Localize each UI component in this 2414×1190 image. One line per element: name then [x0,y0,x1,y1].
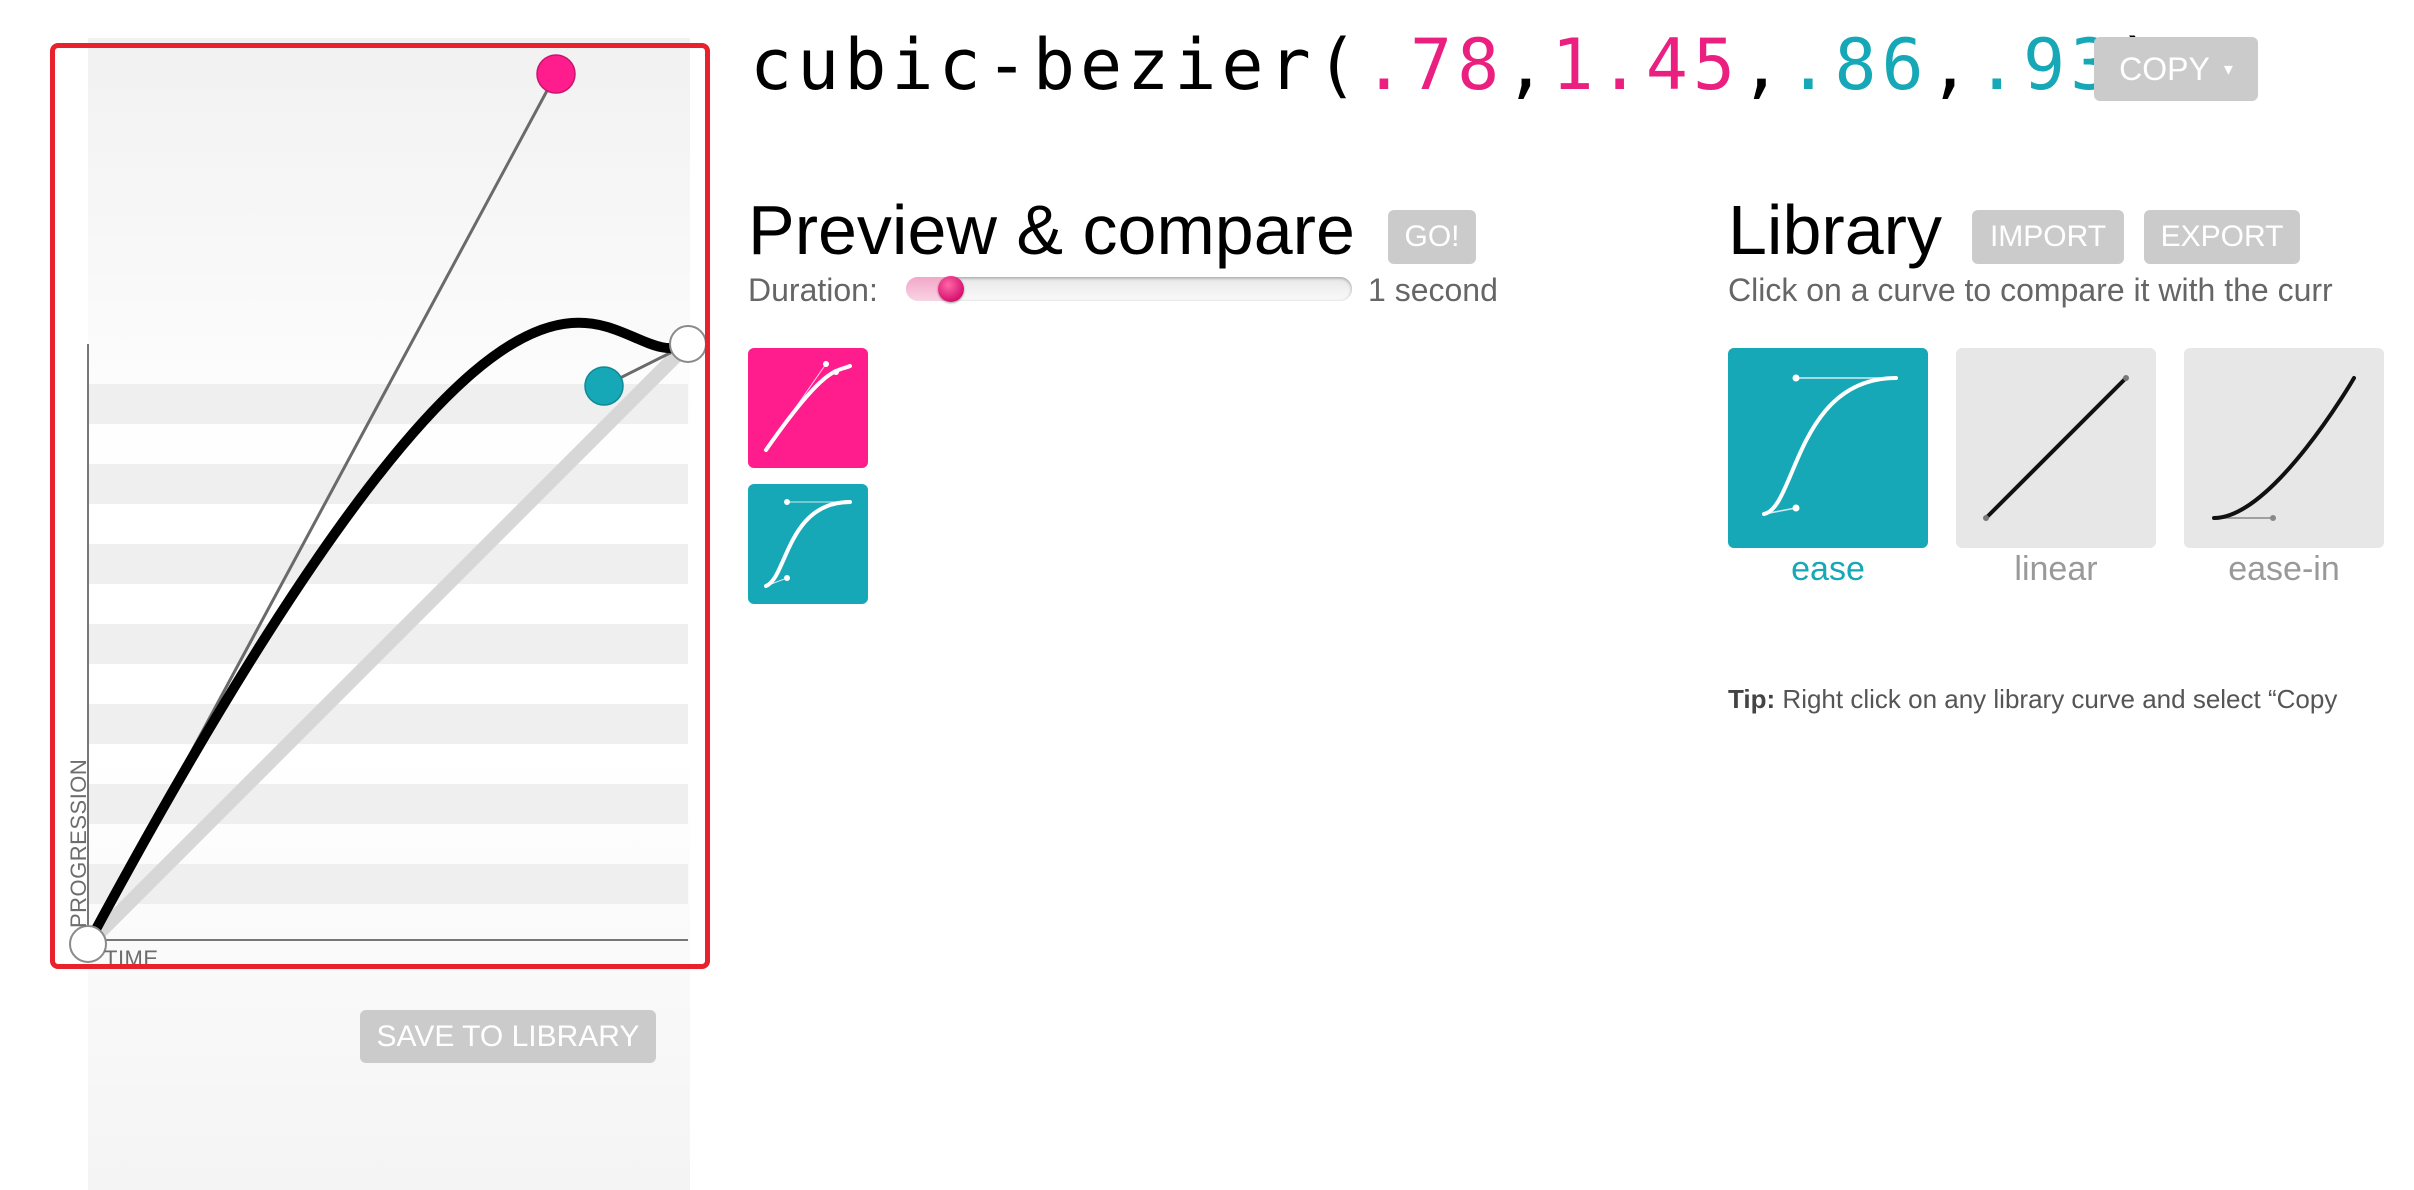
duration-slider-track[interactable] [906,277,1352,301]
duration-label: Duration: [748,272,878,308]
start-point-handle [69,925,107,963]
y-axis-label: PROGRESSION [66,758,91,928]
code-comma-3: , [1928,24,1976,106]
p1-control-handle[interactable] [536,54,576,94]
go-button[interactable]: GO! [1388,210,1476,264]
duration-value: 1 second [1368,272,1498,308]
chevron-down-icon: ▾ [2223,58,2233,79]
ease-curve-icon [1762,374,1898,516]
preview-current-curve[interactable] [748,348,868,468]
curve-thumbnail-icon [764,499,852,588]
code-comma-2: , [1740,24,1788,106]
linear-curve-icon [1983,375,2129,521]
ease-in-curve-icon [2212,376,2356,521]
library-item-ease-in[interactable] [2184,348,2384,548]
end-point-handle [669,325,707,363]
export-button[interactable]: EXPORT [2144,210,2300,264]
preview-compare-curve[interactable] [748,484,868,604]
library-item-ease-in-label: ease-in [2228,550,2340,588]
import-button[interactable]: IMPORT [1972,210,2124,264]
p2-control-handle[interactable] [584,366,624,406]
copy-button[interactable]: COPY ▾ [2094,37,2258,101]
save-to-library-button[interactable]: SAVE TO LIBRARY [360,1010,656,1063]
preview-compare-heading: Preview & compare [748,191,1355,269]
library-item-ease-label: ease [1791,550,1865,588]
duration-slider-thumb[interactable] [937,276,964,302]
code-x1: .78 [1362,24,1505,106]
code-x2: .86 [1787,24,1929,106]
code-y1: 1.45 [1551,24,1741,106]
tip-label: Tip: [1728,684,1776,714]
curve-thumbnail-icon [764,361,852,452]
library-tip: Tip: Right click on any library curve an… [1728,684,2337,715]
tip-text: Right click on any library curve and sel… [1782,684,2338,714]
library-heading: Library [1728,191,1942,269]
code-comma-1: , [1504,24,1552,106]
library-item-linear[interactable] [1956,348,2156,548]
copy-button-label: COPY [2119,50,2210,87]
library-item-ease[interactable] [1728,348,1928,548]
cubic-bezier-code[interactable]: cubic-bezier(.78,1.45,.86,.93) [750,24,2164,106]
bezier-plot[interactable] [0,0,720,990]
library-item-linear-label: linear [2014,550,2098,588]
code-prefix: cubic-bezier( [750,24,1363,106]
x-axis-label: TIME [104,946,159,971]
library-description: Click on a curve to compare it with the … [1728,272,2333,308]
